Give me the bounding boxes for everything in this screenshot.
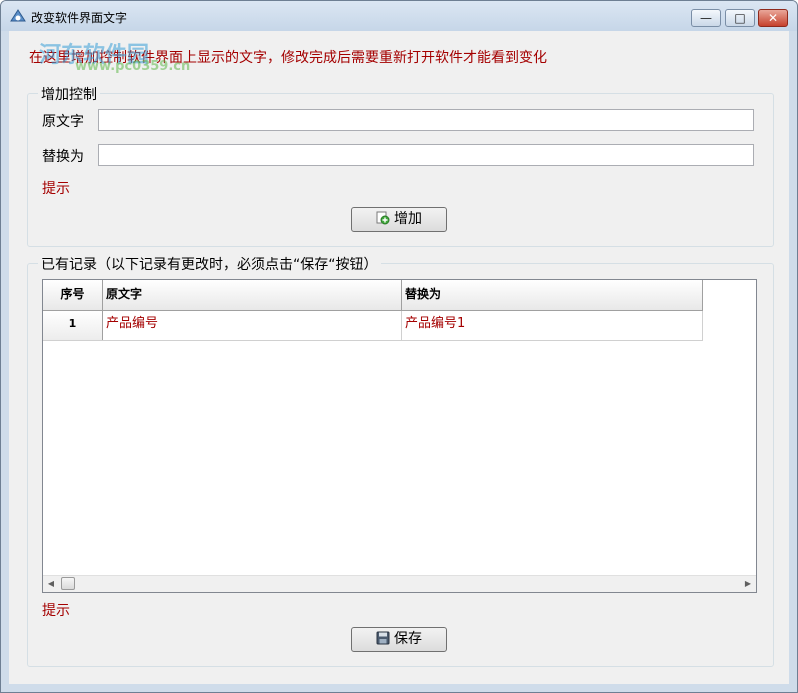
save-button[interactable]: 保存 [351, 627, 447, 652]
scroll-left-icon[interactable]: ◀ [43, 576, 59, 592]
table-header: 序号 原文字 替换为 [43, 280, 703, 311]
replace-with-label: 替换为 [42, 149, 84, 165]
row-original-cell[interactable]: 产品编号 [103, 311, 402, 340]
save-icon [376, 631, 390, 645]
minimize-button[interactable]: — [691, 9, 721, 27]
table-row[interactable]: 1 产品编号 产品编号1 [43, 311, 703, 341]
column-header-original[interactable]: 原文字 [103, 280, 402, 310]
original-text-label: 原文字 [42, 114, 84, 130]
maximize-button[interactable]: □ [725, 9, 755, 27]
close-button[interactable]: ✕ [758, 9, 788, 27]
window-title: 改变软件界面文字 [31, 11, 128, 25]
add-button-label: 增加 [394, 211, 422, 227]
title-bar[interactable]: 改变软件界面文字 — □ ✕ [1, 1, 797, 31]
records-group-legend: 已有记录（以下记录有更改时，必须点击“保存“按钮） [38, 254, 381, 274]
add-control-group: 增加控制 原文字 替换为 提示 增加 [27, 84, 774, 247]
records-hint-text: 提示 [42, 603, 70, 619]
records-group: 已有记录（以下记录有更改时，必须点击“保存“按钮） 序号 原文字 替换为 1 产… [27, 254, 774, 667]
app-window: 改变软件界面文字 — □ ✕ 在这里增加控制软件界面上显示的文字，修改完成后需要… [0, 0, 798, 693]
records-table[interactable]: 序号 原文字 替换为 1 产品编号 产品编号1 ◀ ▶ [42, 279, 757, 593]
save-button-label: 保存 [394, 631, 422, 647]
column-header-replacement[interactable]: 替换为 [402, 280, 703, 310]
row-index-cell[interactable]: 1 [43, 311, 103, 340]
row-replacement-cell[interactable]: 产品编号1 [402, 311, 703, 340]
column-header-index[interactable]: 序号 [43, 280, 103, 310]
maximize-icon: □ [734, 11, 746, 25]
scroll-right-icon[interactable]: ▶ [740, 576, 756, 592]
replace-with-input[interactable] [98, 144, 754, 166]
add-hint-text: 提示 [42, 181, 70, 197]
app-icon [10, 9, 26, 22]
minimize-icon: — [700, 11, 712, 25]
watermark-url: www.pc0359.cn [75, 59, 191, 74]
client-area: 在这里增加控制软件界面上显示的文字，修改完成后需要重新打开软件才能看到变化 河东… [9, 31, 789, 684]
horizontal-scrollbar[interactable]: ◀ ▶ [43, 575, 756, 592]
add-icon [376, 211, 390, 225]
original-text-input[interactable] [98, 109, 754, 131]
close-icon: ✕ [767, 11, 779, 25]
scroll-thumb[interactable] [61, 577, 75, 590]
add-button[interactable]: 增加 [351, 207, 447, 232]
add-group-legend: 增加控制 [38, 84, 100, 104]
